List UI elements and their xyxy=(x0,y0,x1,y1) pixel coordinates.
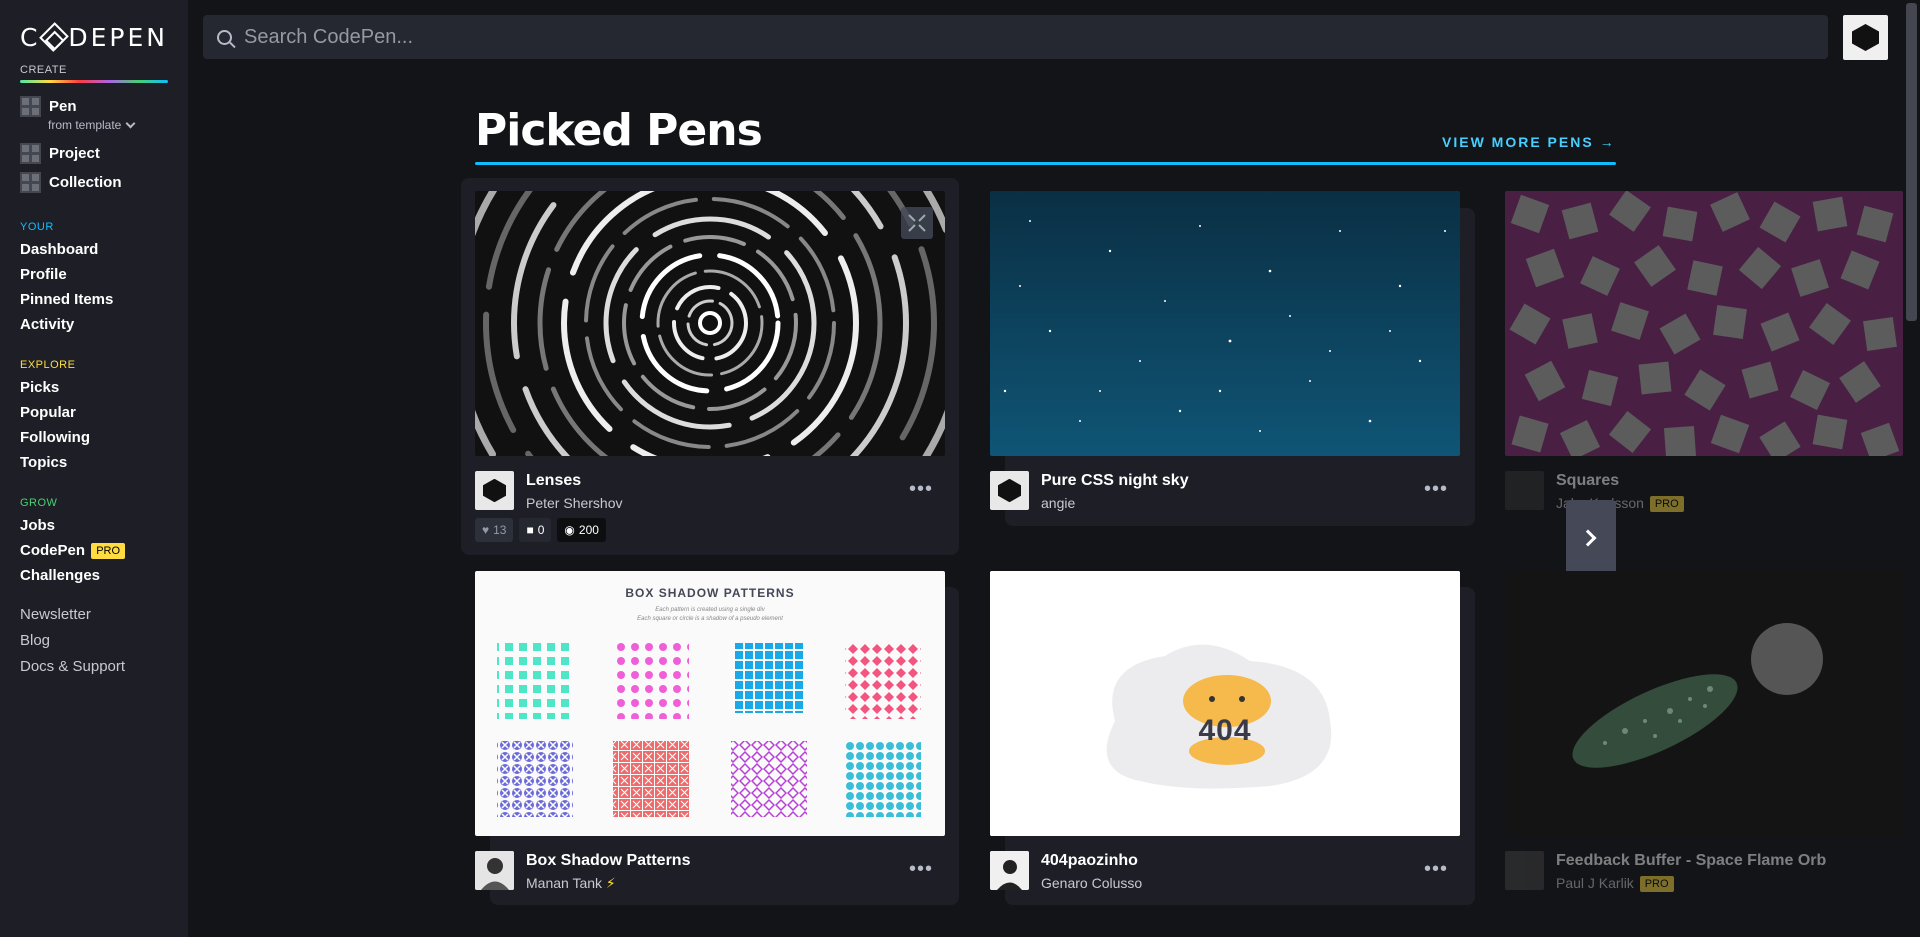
chevron-right-icon xyxy=(1579,529,1597,546)
pen-preview-lenses[interactable] xyxy=(475,191,945,456)
avatar-cube-icon xyxy=(482,478,507,503)
author-avatar[interactable] xyxy=(1505,851,1544,890)
sidebar-item-activity[interactable]: Activity xyxy=(20,312,168,337)
author-avatar[interactable] xyxy=(1505,471,1544,510)
views-count[interactable]: ◉ 200 xyxy=(557,518,606,542)
sidebar-item-codepen-pro[interactable]: CodePen PRO xyxy=(20,538,168,563)
lenses-preview-image xyxy=(475,191,945,456)
project-icon xyxy=(20,142,41,164)
person-avatar-icon xyxy=(990,851,1029,890)
create-collection-button[interactable]: Collection xyxy=(20,171,168,193)
pro-badge: PRO xyxy=(91,543,126,560)
search-bar[interactable] xyxy=(203,15,1828,59)
author-avatar[interactable] xyxy=(475,471,514,510)
thumb-404-text: 404 xyxy=(1198,714,1252,747)
pen-author[interactable]: Peter Shershov xyxy=(526,495,623,511)
pen-author[interactable]: angie xyxy=(1041,495,1075,511)
search-icon xyxy=(217,29,232,45)
pen-title[interactable]: Squares xyxy=(1556,472,1619,490)
more-options-icon[interactable]: ••• xyxy=(1424,478,1448,501)
sidebar-item-docs-support[interactable]: Docs & Support xyxy=(20,654,168,680)
pro-badge: PRO xyxy=(1649,496,1684,513)
pro-badge: PRO xyxy=(1639,876,1674,893)
pen-author[interactable]: Genaro Colusso xyxy=(1041,875,1142,891)
pen-title[interactable]: Feedback Buffer - Space Flame Orb xyxy=(1556,852,1826,870)
title-underline xyxy=(475,162,1616,165)
lightning-icon: ⚡ xyxy=(605,875,616,891)
squares-preview-image xyxy=(1505,191,1903,456)
box-shadow-patterns-grid xyxy=(497,643,921,817)
pen-preview-404paozinho[interactable]: 404 xyxy=(990,571,1460,836)
carousel-next-button[interactable] xyxy=(1566,500,1616,575)
sidebar-item-pinned-items[interactable]: Pinned Items xyxy=(20,287,168,312)
author-avatar[interactable] xyxy=(475,851,514,890)
pen-title[interactable]: Box Shadow Patterns xyxy=(526,852,690,870)
sidebar-item-picks[interactable]: Picks xyxy=(20,375,168,400)
collection-icon xyxy=(20,171,41,193)
sidebar-item-challenges[interactable]: Challenges xyxy=(20,563,168,588)
pen-author[interactable]: Paul J Karlik PRO xyxy=(1556,875,1674,893)
pen-title[interactable]: Lenses xyxy=(526,472,581,490)
from-template-dropdown[interactable]: from template xyxy=(48,118,168,132)
search-input[interactable] xyxy=(244,25,1744,49)
comment-icon: ■ xyxy=(526,523,534,537)
codepen-logo[interactable]: C DEPEN xyxy=(20,20,168,54)
sidebar-item-jobs[interactable]: Jobs xyxy=(20,513,168,538)
pen-icon xyxy=(20,95,41,117)
explore-label: EXPLORE xyxy=(20,359,76,371)
pen-preview-squares[interactable] xyxy=(1505,191,1903,456)
codepen-cube-icon xyxy=(39,22,70,52)
heart-icon: ♥ xyxy=(482,523,490,537)
pen-preview-feedback-buffer[interactable] xyxy=(1505,571,1903,836)
404-preview-image xyxy=(990,571,1460,836)
space-flame-orb-image xyxy=(1505,571,1903,836)
sidebar-item-popular[interactable]: Popular xyxy=(20,400,168,425)
view-more-pens-link[interactable]: VIEW MORE PENS → xyxy=(1442,134,1616,150)
night-sky-preview-image xyxy=(990,191,1460,456)
chevron-down-icon xyxy=(125,118,136,128)
avatar-cube-icon xyxy=(997,478,1022,503)
avatar-cube-icon xyxy=(1852,24,1879,51)
page-scrollbar[interactable] xyxy=(1903,0,1920,937)
scrollbar-thumb[interactable] xyxy=(1906,3,1917,321)
grow-label: GROW xyxy=(20,497,58,509)
page-title: Picked Pens xyxy=(475,105,763,156)
pen-stats: ♥ 13 ■ 0 ◉ 200 xyxy=(475,518,606,542)
author-avatar[interactable] xyxy=(990,851,1029,890)
create-label: CREATE xyxy=(20,64,67,76)
pen-preview-box-shadow-patterns[interactable]: BOX SHADOW PATTERNS Each pattern is crea… xyxy=(475,571,945,836)
pen-title[interactable]: Pure CSS night sky xyxy=(1041,472,1189,490)
sidebar-item-blog[interactable]: Blog xyxy=(20,628,168,654)
create-rainbow-divider xyxy=(20,80,168,83)
like-button[interactable]: ♥ 13 xyxy=(475,518,514,542)
sidebar: C DEPEN CREATE Pen from template Project … xyxy=(0,0,188,937)
pen-author[interactable]: Manan Tank ⚡ xyxy=(526,875,616,892)
create-project-button[interactable]: Project xyxy=(20,142,168,164)
sidebar-item-following[interactable]: Following xyxy=(20,425,168,450)
sidebar-item-newsletter[interactable]: Newsletter xyxy=(20,602,168,628)
pen-preview-night-sky[interactable] xyxy=(990,191,1460,456)
your-label: YOUR xyxy=(20,221,54,233)
eye-icon: ◉ xyxy=(564,523,575,537)
sidebar-item-profile[interactable]: Profile xyxy=(20,262,168,287)
user-avatar[interactable] xyxy=(1843,15,1888,60)
more-options-icon[interactable]: ••• xyxy=(1424,858,1448,881)
more-options-icon[interactable]: ••• xyxy=(909,478,933,501)
sidebar-item-dashboard[interactable]: Dashboard xyxy=(20,237,168,262)
arrow-right-icon: → xyxy=(1599,134,1616,150)
more-options-icon[interactable]: ••• xyxy=(909,858,933,881)
pen-title[interactable]: 404paozinho xyxy=(1041,852,1138,870)
create-pen-button[interactable]: Pen xyxy=(20,95,168,117)
sidebar-item-topics[interactable]: Topics xyxy=(20,450,168,475)
comments-button[interactable]: ■ 0 xyxy=(519,518,552,542)
person-avatar-icon xyxy=(475,851,514,890)
author-avatar[interactable] xyxy=(990,471,1029,510)
